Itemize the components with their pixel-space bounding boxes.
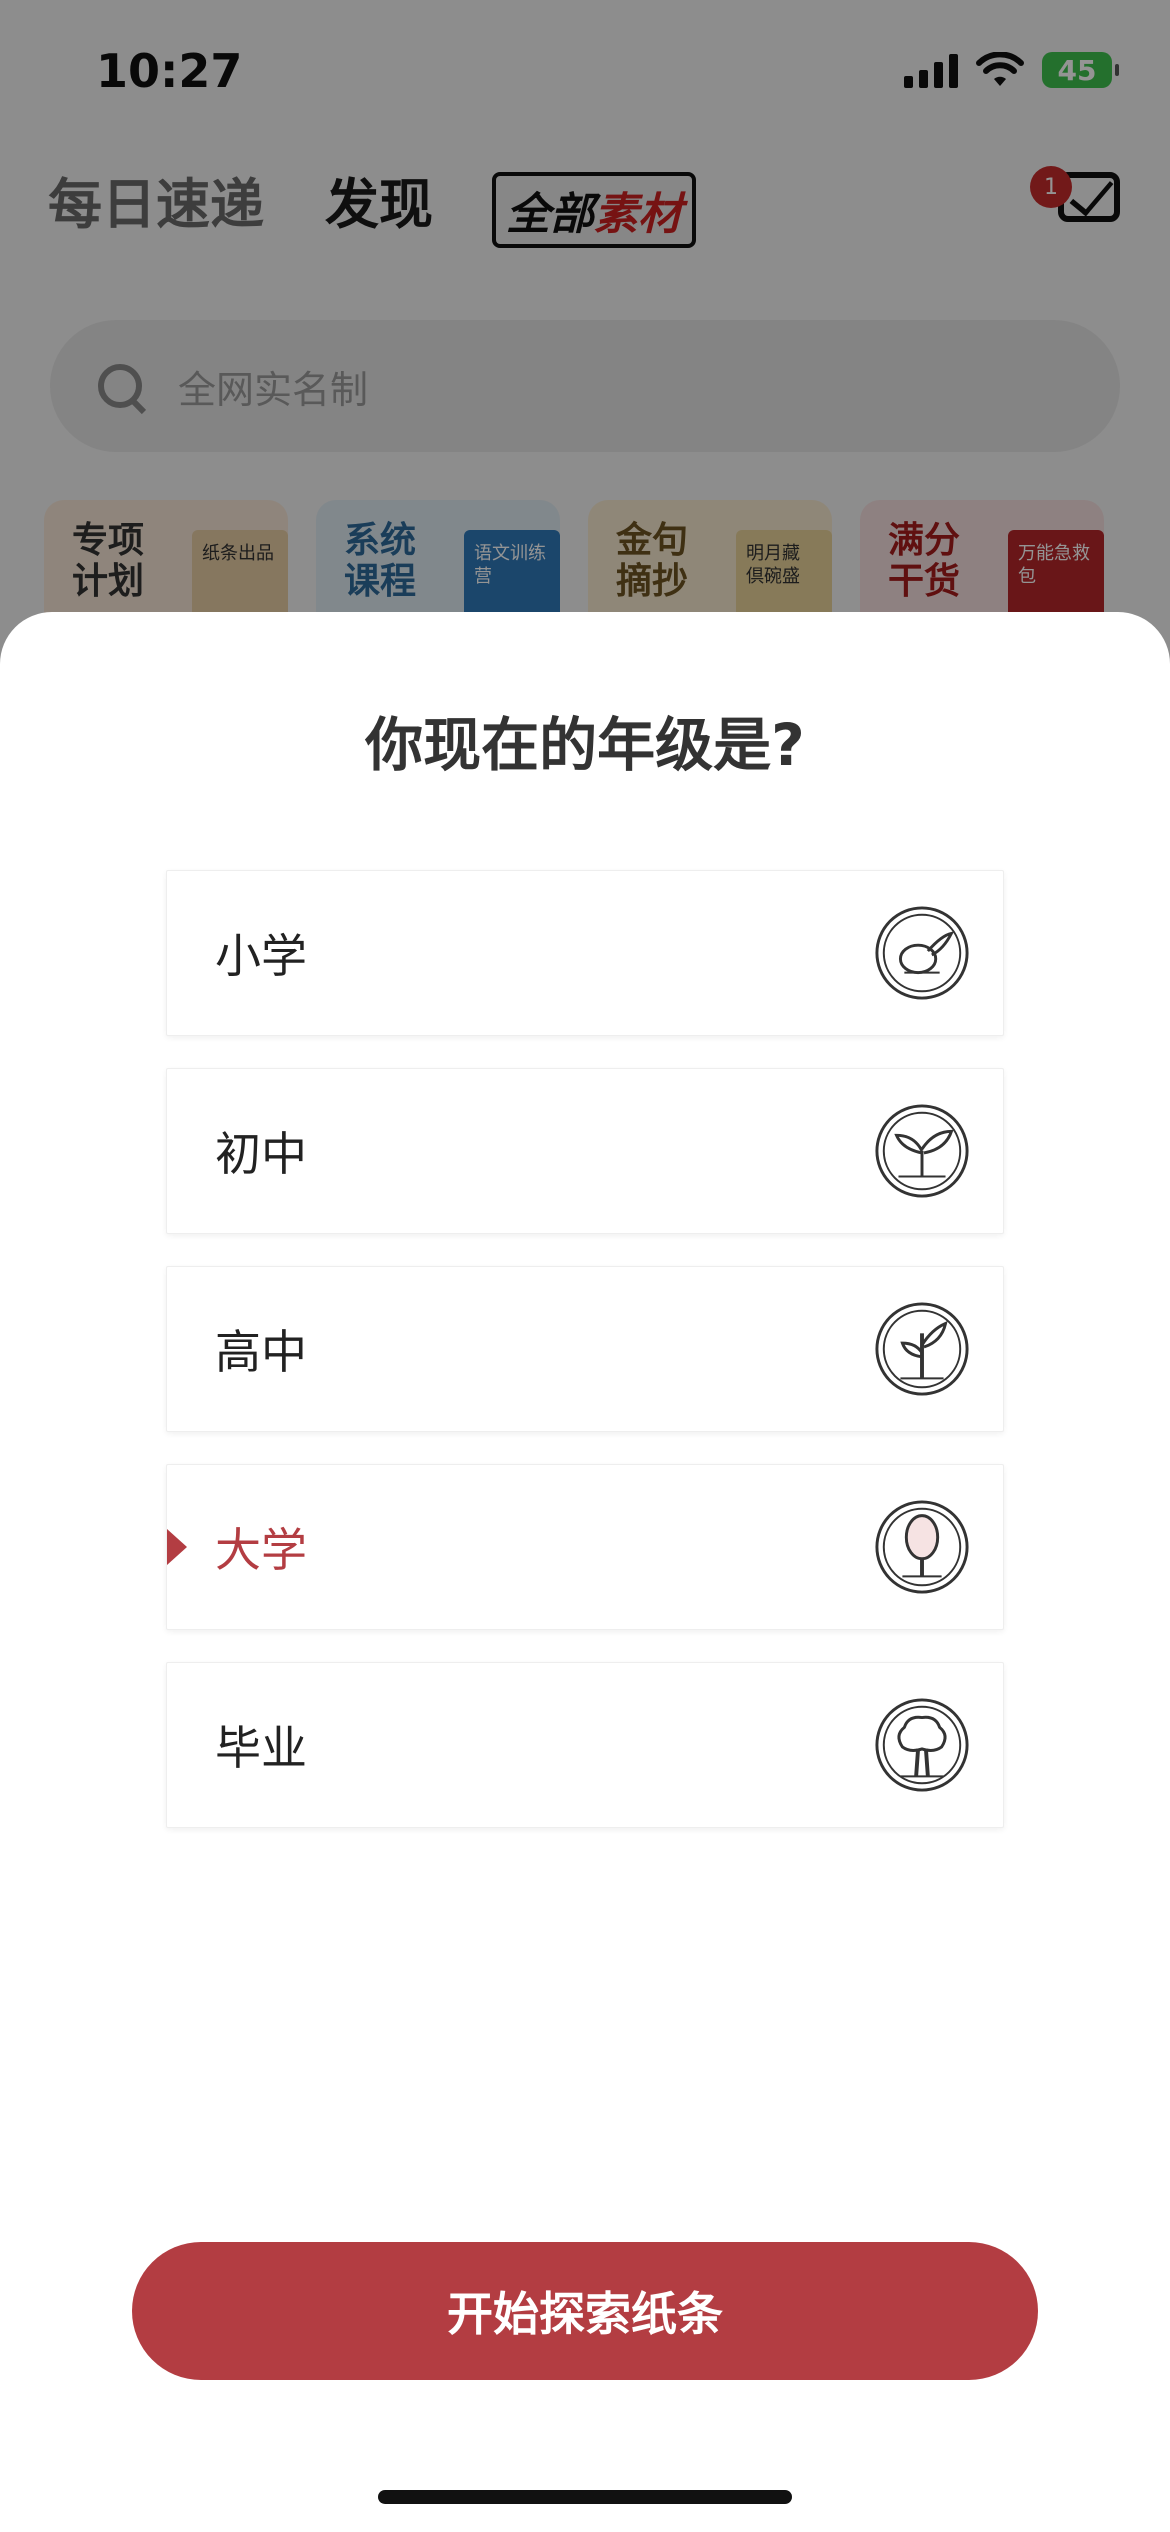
option-label: 毕业: [215, 1721, 307, 1775]
grown-tree-icon: [875, 1698, 969, 1792]
sprout-icon: [875, 1104, 969, 1198]
selected-indicator: [167, 1529, 187, 1565]
grade-option-junior-high[interactable]: 初中: [166, 1068, 1004, 1234]
home-indicator: [378, 2490, 792, 2504]
option-label: 小学: [215, 929, 307, 983]
sapling-icon: [875, 1302, 969, 1396]
option-label: 初中: [215, 1127, 307, 1181]
grade-options: 小学 初中 高中 大学 毕业: [166, 870, 1004, 1860]
start-explore-button[interactable]: 开始探索纸条: [132, 2242, 1038, 2380]
grade-option-senior-high[interactable]: 高中: [166, 1266, 1004, 1432]
option-label: 高中: [215, 1325, 307, 1379]
young-tree-icon: [875, 1500, 969, 1594]
grade-option-university[interactable]: 大学: [166, 1464, 1004, 1630]
grade-option-graduated[interactable]: 毕业: [166, 1662, 1004, 1828]
seed-icon: [875, 906, 969, 1000]
grade-picker-sheet: 你现在的年级是? 小学 初中 高中 大学 毕业 开始探索纸条: [0, 612, 1170, 2532]
sheet-title: 你现在的年级是?: [365, 711, 805, 779]
option-label: 大学: [215, 1523, 307, 1577]
grade-option-primary[interactable]: 小学: [166, 870, 1004, 1036]
